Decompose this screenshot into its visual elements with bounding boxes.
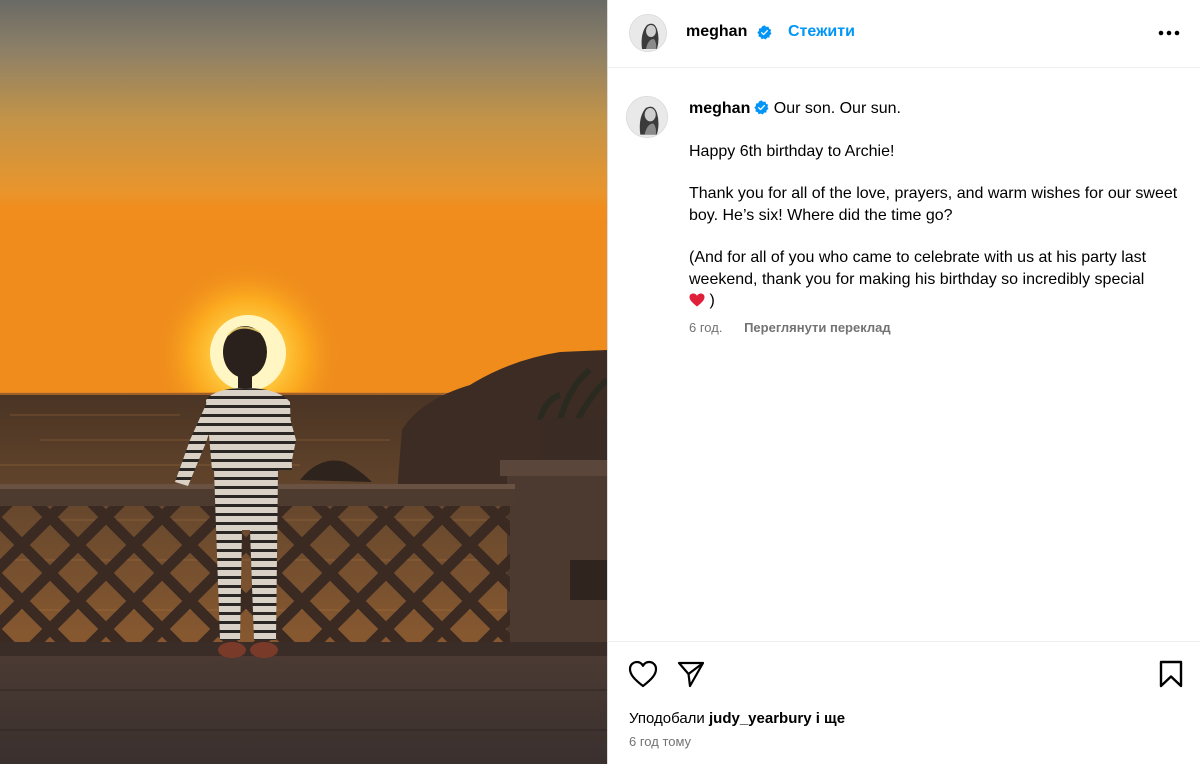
- caption-line-4-end: ): [709, 292, 715, 309]
- caption-line-2: Happy 6th birthday to Archie!: [689, 142, 895, 160]
- more-options-icon[interactable]: [1157, 24, 1183, 42]
- caption-text: meghan Our son. Our sun. Happy 6th birth…: [689, 98, 1179, 312]
- see-translation-button[interactable]: Переглянути переклад: [744, 320, 891, 335]
- caption-first-line: Our son. Our sun.: [773, 100, 901, 117]
- likes-more-link[interactable]: і ще: [816, 710, 845, 727]
- liked-by-user-link[interactable]: judy_yearbury: [709, 710, 812, 727]
- caption-meta: 6 год. Переглянути переклад: [689, 320, 891, 335]
- follow-button[interactable]: Стежити: [788, 23, 855, 41]
- author-avatar[interactable]: [629, 14, 667, 52]
- heart-icon[interactable]: [628, 660, 658, 688]
- send-icon[interactable]: [677, 660, 705, 688]
- caption-line-3: Thank you for all of the love, prayers, …: [689, 185, 1178, 224]
- post-timestamp[interactable]: 6 год тому: [629, 734, 691, 749]
- bookmark-icon[interactable]: [1158, 660, 1184, 688]
- caption-username[interactable]: meghan: [689, 100, 750, 117]
- caption-section: meghan Our son. Our sun. Happy 6th birth…: [608, 69, 1200, 641]
- caption-author-avatar[interactable]: [626, 96, 668, 138]
- post-header: meghan Стежити: [608, 0, 1200, 68]
- likes-summary: Уподобали judy_yearbury і ще: [629, 710, 845, 727]
- verified-badge-icon: [757, 25, 772, 40]
- red-heart-emoji-icon: [689, 293, 705, 307]
- post-actions: Уподобали judy_yearbury і ще 6 год тому: [608, 641, 1200, 764]
- post-side-panel: meghan Стежити meghan Our son. Our sun.: [607, 0, 1200, 764]
- post-photo[interactable]: [0, 0, 607, 764]
- caption-line-4: (And for all of you who came to celebrat…: [689, 249, 1147, 288]
- verified-badge-icon: [754, 100, 769, 115]
- profile-photo-icon: [630, 15, 666, 51]
- likes-prefix: Уподобали: [629, 710, 705, 727]
- sunset-photo-illustration: [0, 0, 607, 764]
- author-username[interactable]: meghan: [686, 23, 747, 41]
- caption-timestamp[interactable]: 6 год.: [689, 320, 722, 335]
- profile-photo-icon: [627, 97, 667, 137]
